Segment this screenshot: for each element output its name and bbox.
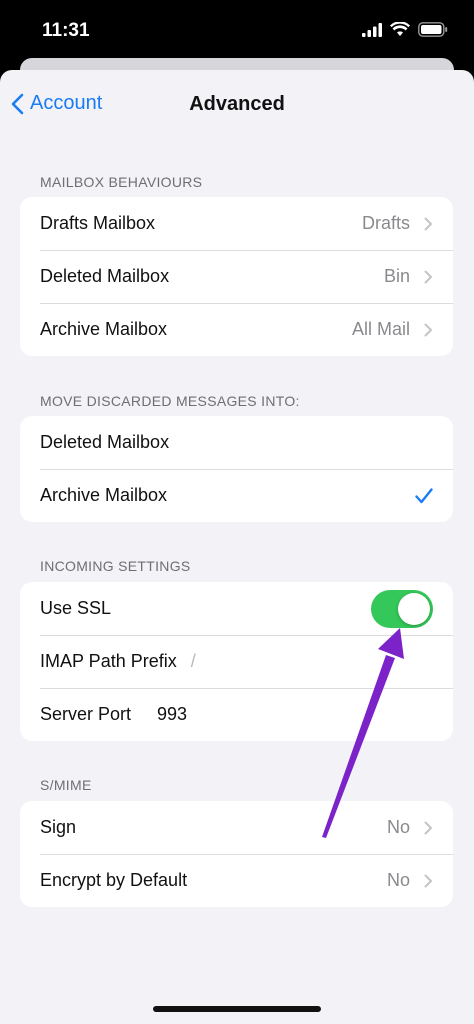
incoming-settings-group: Use SSL IMAP Path Prefix / Server Port 9…: [20, 582, 453, 741]
discard-deleted-mailbox-option[interactable]: Deleted Mailbox: [20, 416, 453, 469]
section-header-smime: S/MIME: [40, 777, 92, 793]
chevron-right-icon: [424, 270, 432, 283]
status-icons: [362, 22, 448, 37]
row-value: No: [386, 817, 410, 837]
section-header-incoming-settings: INCOMING SETTINGS: [40, 558, 191, 574]
row-label: IMAP Path Prefix: [40, 651, 177, 671]
chevron-right-icon: [424, 323, 432, 336]
row-label: Deleted Mailbox: [40, 266, 170, 286]
advanced-settings-sheet: Account Advanced MAILBOX BEHAVIOURS Draf…: [0, 70, 474, 1024]
row-label: Encrypt by Default: [40, 870, 188, 890]
use-ssl-toggle[interactable]: [371, 589, 433, 628]
server-port-field[interactable]: 993: [157, 704, 187, 725]
toggle-knob: [398, 592, 430, 625]
chevron-right-icon: [424, 217, 432, 230]
navigation-bar: Account Advanced: [0, 70, 474, 140]
status-time: 11:31: [42, 20, 90, 41]
chevron-right-icon: [424, 821, 432, 834]
imap-path-prefix-row: IMAP Path Prefix /: [20, 635, 453, 688]
row-label: Archive Mailbox: [40, 485, 168, 505]
row-label: Server Port: [40, 704, 132, 724]
checkmark-icon: [415, 487, 433, 503]
home-indicator: [153, 1006, 321, 1012]
section-header-mailbox-behaviours: MAILBOX BEHAVIOURS: [40, 174, 203, 190]
deleted-mailbox-row[interactable]: Deleted Mailbox Bin: [20, 250, 453, 303]
server-port-row: Server Port 993: [20, 688, 453, 741]
section-header-move-discarded: MOVE DISCARDED MESSAGES INTO:: [40, 393, 300, 409]
cellular-signal-icon: [362, 22, 382, 37]
sign-row[interactable]: Sign No: [20, 801, 453, 854]
chevron-right-icon: [424, 874, 432, 887]
row-label: Deleted Mailbox: [40, 432, 170, 452]
row-value: Drafts: [361, 213, 410, 233]
battery-icon: [418, 22, 448, 37]
use-ssl-row: Use SSL: [20, 582, 453, 635]
smime-group: Sign No Encrypt by Default No: [20, 801, 453, 907]
row-label: Archive Mailbox: [40, 319, 168, 339]
discard-archive-mailbox-option[interactable]: Archive Mailbox: [20, 469, 453, 522]
encrypt-by-default-row[interactable]: Encrypt by Default No: [20, 854, 453, 907]
imap-path-prefix-field[interactable]: /: [191, 651, 196, 672]
drafts-mailbox-row[interactable]: Drafts Mailbox Drafts: [20, 197, 453, 250]
archive-mailbox-row[interactable]: Archive Mailbox All Mail: [20, 303, 453, 356]
row-label: Sign: [40, 817, 77, 837]
row-value: Bin: [383, 266, 410, 286]
discarded-messages-group: Deleted Mailbox Archive Mailbox: [20, 416, 453, 522]
row-label: Drafts Mailbox: [40, 213, 156, 233]
page-title: Advanced: [189, 93, 285, 115]
mailbox-behaviours-group: Drafts Mailbox Drafts Deleted Mailbox Bi…: [20, 197, 453, 356]
status-bar: 11:31: [0, 0, 474, 62]
row-value: All Mail: [351, 319, 410, 339]
wifi-icon: [390, 22, 410, 36]
row-label: Use SSL: [40, 598, 112, 618]
row-value: No: [386, 870, 410, 890]
